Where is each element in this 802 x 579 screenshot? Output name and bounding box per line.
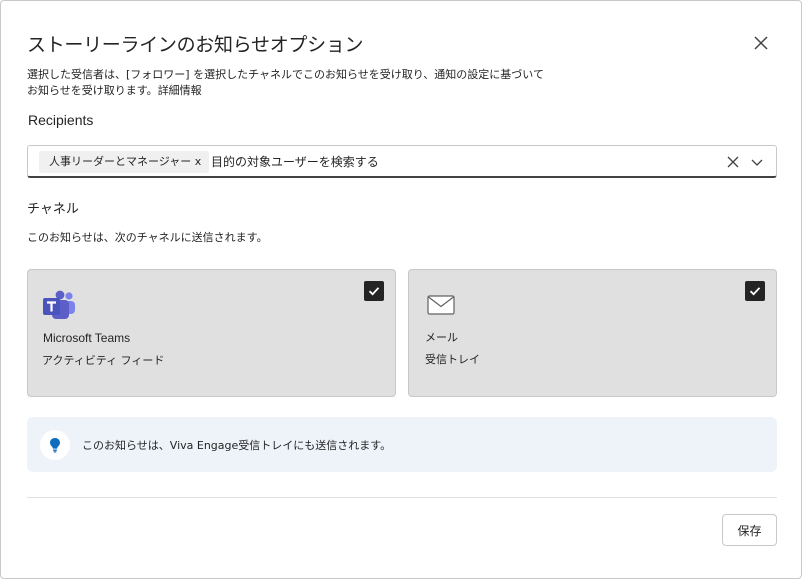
mail-card-name: メール: [425, 331, 458, 344]
footer-divider: [27, 497, 777, 498]
info-icon-badge: [40, 430, 70, 460]
lightbulb-icon: [50, 438, 60, 453]
description-text: 選択した受信者は、[フォロワー] を選択したチャネルでこのお知らせを受け取り、通…: [27, 68, 544, 97]
mail-card-subtitle: 受信トレイ: [425, 353, 480, 366]
channel-description: このお知らせは、次のチャネルに送信されます。: [27, 231, 268, 244]
channel-card-mail[interactable]: メール 受信トレイ: [408, 269, 777, 397]
clear-button[interactable]: [725, 154, 741, 170]
checkmark-icon: [368, 287, 380, 296]
checkmark-icon: [749, 287, 761, 296]
story-notice-dialog: ストーリーラインのお知らせオプション 選択した受信者は、[フォロワー] を選択し…: [0, 0, 802, 579]
audience-search-input[interactable]: [211, 149, 711, 175]
clear-icon: [727, 156, 739, 168]
teams-card-name: Microsoft Teams: [43, 331, 131, 345]
teams-icon: [43, 290, 75, 319]
recipients-picker[interactable]: 人事リーダーとマネージャー x: [27, 145, 777, 178]
details-link[interactable]: 詳細情報: [158, 84, 202, 97]
mail-icon: [427, 295, 455, 315]
dropdown-button[interactable]: [749, 154, 765, 170]
info-text: このお知らせは、Viva Engage受信トレイにも送信されます。: [82, 439, 392, 452]
channel-card-teams[interactable]: Microsoft Teams アクティビティ フィード: [27, 269, 396, 397]
save-button[interactable]: 保存: [722, 514, 777, 546]
teams-card-subtitle: アクティビティ フィード: [42, 354, 165, 367]
dialog-title: ストーリーラインのお知らせオプション: [27, 34, 364, 56]
recipients-label: Recipients: [28, 112, 94, 128]
channel-heading: チャネル: [27, 202, 79, 217]
close-button[interactable]: [749, 31, 773, 55]
chevron-down-icon: [751, 159, 763, 166]
teams-checkbox[interactable]: [364, 281, 384, 301]
mail-checkbox[interactable]: [745, 281, 765, 301]
recipient-chip[interactable]: 人事リーダーとマネージャー x: [39, 151, 209, 173]
info-banner: このお知らせは、Viva Engage受信トレイにも送信されます。: [27, 417, 777, 472]
close-icon: [754, 36, 768, 50]
dialog-description: 選択した受信者は、[フォロワー] を選択したチャネルでこのお知らせを受け取り、通…: [27, 67, 547, 99]
